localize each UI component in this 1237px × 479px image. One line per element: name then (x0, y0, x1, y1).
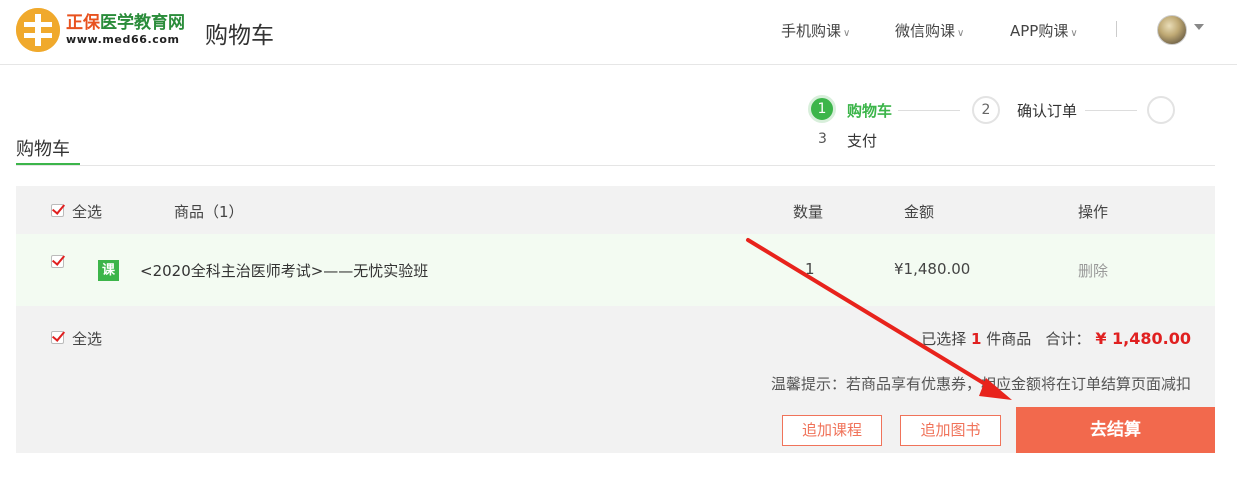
step-1-label: 购物车 (847, 102, 893, 120)
brand-logo[interactable]: 正保医学教育网 www.med66.com (16, 8, 185, 52)
nav-wechat-purchase[interactable]: 微信购课 ∨ (895, 20, 964, 41)
chevron-down-icon: ∨ (843, 28, 851, 39)
logo-emblem-icon (16, 8, 60, 52)
page-title: 购物车 (205, 23, 274, 49)
logo-text: 正保医学教育网 www.med66.com (66, 13, 185, 47)
column-header-action: 操作 (1078, 203, 1109, 221)
table-row: 课 <2020全科主治医师考试>——无忧实验班 1 ¥1,480.00 删除 (16, 234, 1215, 306)
selected-prefix: 已选择 (921, 330, 967, 348)
nav-label: 微信购课 (895, 22, 956, 40)
product-name[interactable]: <2020全科主治医师考试>——无忧实验班 (140, 260, 428, 281)
delete-item-link[interactable]: 删除 (1078, 260, 1108, 281)
column-header-amount: 金额 (904, 203, 935, 221)
cart-summary: 已选择 1 件商品 合计： ¥ 1,480.00 (921, 328, 1191, 349)
coupon-tip: 温馨提示：若商品享有优惠券，相应金额将在订单结算页面减扣 (770, 375, 1191, 393)
top-header: 正保医学教育网 www.med66.com 购物车 手机购课 ∨ 微信购课 ∨ AP… (0, 0, 1237, 65)
footer-select-all-label[interactable]: 全选 (72, 328, 102, 349)
brand-name: 正保医学教育网 (66, 13, 185, 33)
add-course-button[interactable]: 追加课程 (782, 415, 882, 446)
avatar[interactable] (1157, 15, 1187, 45)
add-book-button[interactable]: 追加图书 (900, 415, 1001, 446)
step-3-circle (1147, 96, 1175, 124)
column-header-quantity: 数量 (793, 203, 824, 221)
nav-app-purchase[interactable]: APP购课 ∨ (1010, 20, 1078, 41)
selected-count: 1 (971, 330, 982, 348)
checkout-button[interactable]: 去结算 (1016, 407, 1215, 453)
cart-footer: 全选 已选择 1 件商品 合计： ¥ 1,480.00 温馨提示：若商品享有优惠… (16, 306, 1215, 453)
nav-mobile-purchase[interactable]: 手机购课 ∨ (781, 20, 850, 41)
step-3-label: 支付 (847, 132, 878, 150)
total-amount: ¥ 1,480.00 (1095, 329, 1191, 348)
section-divider (16, 165, 1215, 166)
select-all-label[interactable]: 全选 (72, 201, 102, 222)
caret-down-icon[interactable] (1194, 24, 1204, 30)
total-label: 合计： (1045, 330, 1091, 348)
step-connector (1085, 110, 1137, 111)
brand-url: www.med66.com (66, 33, 180, 46)
nav-divider (1116, 21, 1117, 37)
course-badge: 课 (98, 260, 119, 281)
step-connector (898, 110, 960, 111)
step-2-circle: 2 (972, 96, 1000, 124)
item-price: ¥1,480.00 (894, 260, 971, 278)
chevron-down-icon: ∨ (957, 28, 965, 39)
item-quantity: 1 (805, 260, 815, 278)
cart-section-title: 购物车 (16, 139, 70, 160)
step-3-number: 3 (818, 131, 827, 147)
selected-suffix: 件商品 (986, 330, 1032, 348)
step-1-circle: 1 (808, 95, 836, 123)
column-header-product: 商品（1） (174, 203, 244, 221)
nav-label: 手机购课 (781, 22, 842, 40)
item-checkbox[interactable] (51, 255, 64, 268)
select-all-checkbox[interactable] (51, 204, 64, 217)
nav-label: APP购课 (1010, 22, 1069, 40)
page: 正保医学教育网 www.med66.com 购物车 手机购课 ∨ 微信购课 ∨ AP… (0, 0, 1237, 479)
cart-table-header: 全选 商品（1） 数量 金额 操作 (16, 186, 1215, 234)
step-2-label: 确认订单 (1017, 102, 1078, 120)
chevron-down-icon: ∨ (1070, 28, 1078, 39)
footer-select-all-checkbox[interactable] (51, 331, 64, 344)
